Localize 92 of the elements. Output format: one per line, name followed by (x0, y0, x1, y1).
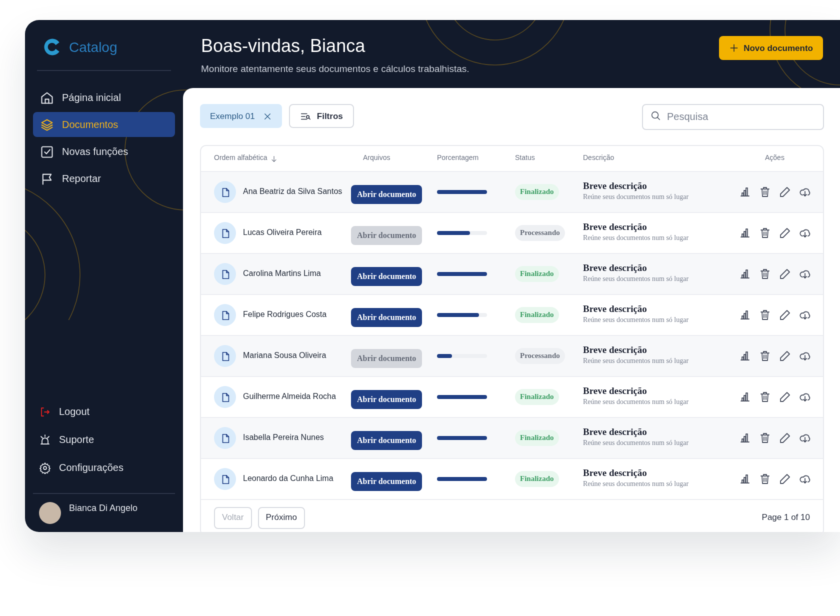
description-title: Breve descrição (583, 181, 648, 192)
description-title: Breve descrição (583, 304, 648, 316)
description-title: Breve descrição (583, 345, 648, 356)
logout-icon (39, 406, 51, 418)
cloud-download-icon[interactable] (799, 350, 811, 362)
alarm-icon (39, 434, 51, 446)
nav-item[interactable]: Reportar (33, 166, 175, 191)
checkbox-icon (40, 144, 54, 158)
brand-name: Catalog (69, 38, 118, 57)
trash-icon[interactable] (759, 309, 771, 321)
nav-item[interactable]: Configurações (33, 455, 175, 480)
pencil-icon[interactable] (779, 432, 791, 444)
chart-bars-icon[interactable] (739, 227, 751, 239)
pencil-icon[interactable] (779, 268, 791, 280)
nav-item[interactable]: Logout (33, 399, 175, 424)
new-document-button[interactable]: Novo documento (718, 36, 823, 60)
trash-icon[interactable] (759, 473, 771, 485)
chart-bars-icon[interactable] (739, 391, 751, 403)
search-field[interactable]: Pesquisa (642, 104, 824, 130)
chart-bars-icon[interactable] (739, 350, 751, 362)
person-name: Mariana Sousa Oliveira (243, 350, 326, 362)
user-name: Bianca Di Angelo (69, 502, 138, 515)
chart-bars-icon[interactable] (739, 268, 751, 280)
chart-bars-icon[interactable] (739, 186, 751, 198)
close-icon (262, 112, 272, 120)
cloud-download-icon[interactable] (799, 391, 811, 403)
home-icon (40, 90, 54, 104)
file-icon (214, 468, 236, 490)
description-title: Breve descrição (583, 222, 648, 234)
search-icon (650, 110, 661, 121)
trash-icon[interactable] (759, 227, 771, 239)
file-icon (214, 304, 236, 326)
chart-bars-icon[interactable] (739, 432, 751, 444)
pencil-icon[interactable] (779, 309, 791, 321)
cloud-download-icon[interactable] (799, 473, 811, 485)
chart-bars-icon[interactable] (739, 473, 751, 485)
nav-item[interactable]: Documentos (33, 112, 175, 137)
file-icon (214, 263, 236, 285)
person-name: Ana Beatriz da Silva Santos (243, 186, 342, 198)
person-name: Felipe Rodrigues Costa (243, 309, 327, 321)
layers-icon (40, 118, 54, 132)
chart-bars-icon[interactable] (739, 309, 751, 321)
pencil-icon[interactable] (779, 227, 791, 239)
description-title: Breve descrição (583, 386, 648, 398)
nav-item[interactable]: Novas funções (33, 139, 175, 164)
pencil-icon[interactable] (779, 350, 791, 362)
open-document-button[interactable]: Abrir documento (351, 185, 422, 204)
page-subtitle: Monitore atentamente seus documentos e cálculos trabalhistas. (201, 62, 470, 76)
description-title: Breve descrição (583, 468, 648, 480)
person-name: Leonardo da Cunha Lima (243, 473, 334, 485)
filter-chip[interactable]: Exemplo 01 (200, 104, 282, 128)
open-document-button[interactable]: Abrir documento (351, 431, 422, 450)
filter-icon (300, 110, 311, 122)
cloud-download-icon[interactable] (799, 186, 811, 198)
file-icon (214, 345, 236, 367)
page-title: Boas-vindas, Bianca (201, 36, 366, 58)
description-title: Breve descrição (583, 427, 648, 438)
trash-icon[interactable] (759, 350, 771, 362)
cloud-download-icon[interactable] (799, 227, 811, 239)
nav-item[interactable]: Suporte (33, 427, 175, 452)
description-title: Breve descrição (583, 263, 648, 274)
cloud-download-icon[interactable] (799, 432, 811, 444)
file-icon (214, 427, 236, 449)
open-document-button[interactable]: Abrir documento (351, 308, 422, 328)
arrow-down-icon (270, 154, 278, 162)
open-document-button[interactable]: Abrir documento (351, 267, 422, 286)
cloud-download-icon[interactable] (799, 268, 811, 280)
nav-item[interactable]: Página inicial (33, 85, 175, 110)
filter-button[interactable]: Filtros (288, 104, 354, 128)
person-name: Lucas Oliveira Pereira (243, 227, 322, 239)
pencil-icon[interactable] (779, 186, 791, 198)
trash-icon[interactable] (759, 186, 771, 198)
next-button[interactable]: Próximo (258, 506, 305, 528)
page-indicator: Page 1 of 10 (762, 511, 810, 524)
open-document-button[interactable]: Abrir documento (351, 390, 422, 410)
plus-icon (728, 43, 739, 53)
avatar-circle (39, 502, 61, 524)
settings-icon (39, 462, 51, 474)
open-document-button[interactable]: Abrir documento (351, 472, 422, 492)
file-icon (214, 222, 236, 244)
person-name: Isabella Pereira Nunes (243, 432, 324, 444)
file-icon (214, 386, 236, 408)
flag-icon (40, 172, 54, 186)
trash-icon[interactable] (759, 432, 771, 444)
person-name: Guilherme Almeida Rocha (243, 391, 336, 403)
pencil-icon[interactable] (779, 391, 791, 403)
trash-icon[interactable] (759, 391, 771, 403)
file-icon (214, 181, 236, 203)
person-name: Carolina Martins Lima (243, 268, 321, 280)
pencil-icon[interactable] (779, 473, 791, 485)
cloud-download-icon[interactable] (799, 309, 811, 321)
trash-icon[interactable] (759, 268, 771, 280)
